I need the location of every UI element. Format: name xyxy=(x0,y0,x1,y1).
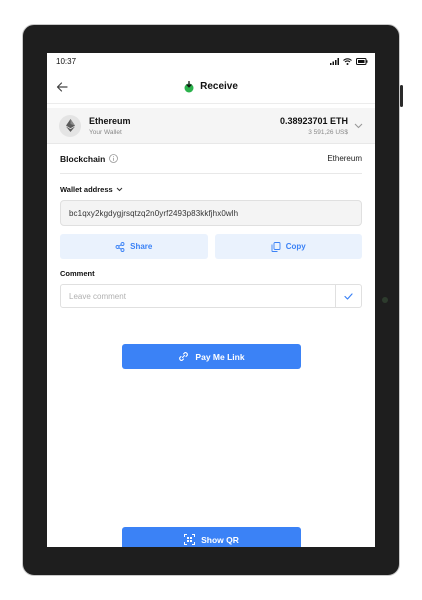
app-screen: 10:37 Receive Ethereum Your Wallet 0.389… xyxy=(47,53,375,547)
tablet-frame: 10:37 Receive Ethereum Your Wallet 0.389… xyxy=(22,24,403,576)
wallet-address-label: Wallet address xyxy=(60,185,113,194)
comment-field xyxy=(60,284,362,308)
back-arrow-icon[interactable] xyxy=(55,80,69,94)
chevron-down-icon xyxy=(354,123,363,128)
top-navigation: Receive xyxy=(47,70,375,104)
status-time: 10:37 xyxy=(56,57,77,66)
asset-wallet-label: Your Wallet xyxy=(89,128,122,136)
comment-input[interactable] xyxy=(61,285,335,307)
share-button[interactable]: Share xyxy=(60,234,208,259)
copy-button[interactable]: Copy xyxy=(214,234,362,259)
power-button xyxy=(400,85,403,107)
ethereum-icon xyxy=(59,114,81,137)
pay-me-link-label: Pay Me Link xyxy=(195,351,245,362)
blockchain-value: Ethereum xyxy=(327,154,362,163)
share-icon xyxy=(115,241,125,252)
wallet-address-field[interactable]: bc1qxy2kgdygjrsqtzq2n0yrf2493p83kkfjhx0w… xyxy=(60,200,362,226)
share-label: Share xyxy=(130,242,153,251)
comment-label: Comment xyxy=(60,269,95,278)
receive-app-icon xyxy=(184,80,194,92)
asset-selector[interactable]: Ethereum Your Wallet 0.38923701 ETH 3 59… xyxy=(47,108,375,144)
link-icon xyxy=(179,352,189,361)
chevron-down-icon xyxy=(116,187,123,192)
blockchain-label: Blockchain xyxy=(60,153,106,164)
comment-confirm-button[interactable] xyxy=(335,285,361,307)
page-title: Receive xyxy=(200,81,238,92)
copy-icon xyxy=(271,241,281,252)
copy-label: Copy xyxy=(285,242,306,251)
show-qr-label: Show QR xyxy=(201,534,239,545)
blockchain-row: Blockchain Ethereum xyxy=(60,144,362,174)
wifi-icon xyxy=(343,58,352,65)
pay-me-link-button[interactable]: Pay Me Link xyxy=(122,344,301,369)
asset-fiat-value: 3 591,26 US$ xyxy=(308,128,348,136)
cellular-signal-icon xyxy=(330,58,339,65)
battery-icon xyxy=(356,58,368,65)
wallet-address-dropdown[interactable]: Wallet address xyxy=(60,185,362,194)
asset-name: Ethereum xyxy=(89,115,131,126)
info-icon[interactable] xyxy=(109,154,119,163)
status-bar: 10:37 xyxy=(47,53,375,70)
checkmark-icon xyxy=(344,292,353,300)
show-qr-button[interactable]: Show QR xyxy=(122,527,301,547)
qr-scan-icon xyxy=(184,534,196,545)
front-camera xyxy=(382,297,388,303)
asset-balance: 0.38923701 ETH xyxy=(279,115,348,126)
